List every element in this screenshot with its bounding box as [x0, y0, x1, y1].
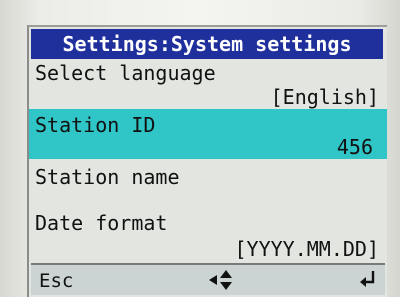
left-arrow-icon [209, 275, 217, 285]
lcd-screen: Settings:System settings Select language… [27, 25, 387, 297]
menu-item-station-id[interactable]: Station ID 456 [29, 109, 387, 159]
up-down-arrow-icon [220, 270, 232, 290]
navigation-softkey[interactable] [199, 269, 259, 291]
menu-item-station-name[interactable]: Station name [29, 159, 387, 203]
menu-item-label: Station ID [35, 113, 156, 137]
menu-item-label: Date format [35, 211, 168, 235]
menu-item-label: Select language [35, 61, 216, 85]
enter-softkey[interactable] [359, 269, 377, 294]
title-bar: Settings:System settings [31, 29, 383, 59]
menu-item-value: [English] [270, 85, 379, 109]
enter-icon [360, 271, 375, 287]
menu-item-select-language[interactable]: Select language [English] [29, 59, 387, 109]
menu-item-label: Station name [35, 165, 180, 189]
softkey-bar: Esc [31, 265, 385, 295]
menu-item-value: [YYYY.MM.DD] [234, 237, 380, 261]
menu-item-value: 456 [336, 135, 373, 159]
menu-item-date-format[interactable]: Date format [YYYY.MM.DD] [29, 207, 387, 263]
esc-softkey[interactable]: Esc [39, 270, 73, 292]
